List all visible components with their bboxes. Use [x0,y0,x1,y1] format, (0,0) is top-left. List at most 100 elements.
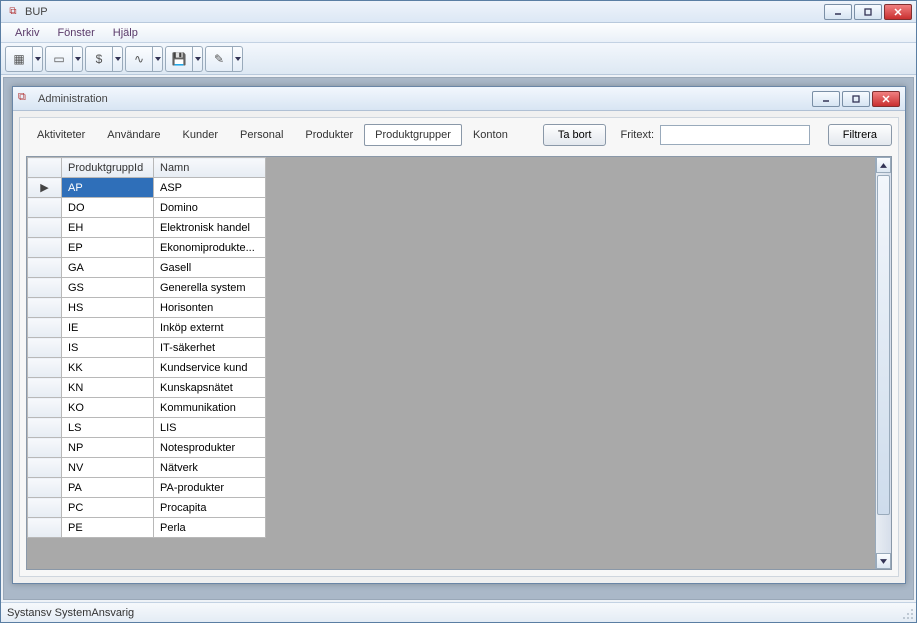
cell-produktgruppid[interactable]: GS [62,278,154,298]
row-header[interactable] [28,358,62,378]
menu-fonster[interactable]: Fönster [49,25,102,41]
column-header-id[interactable]: ProduktgruppId [62,158,154,178]
tool-save-dropdown[interactable] [193,46,203,72]
row-header-corner[interactable] [28,158,62,178]
tab-konton[interactable]: Konton [462,124,519,146]
table-row[interactable]: EHElektronisk handel [28,218,266,238]
tool-grid-dropdown[interactable] [33,46,43,72]
row-header[interactable] [28,378,62,398]
table-row[interactable]: DODomino [28,198,266,218]
cell-produktgruppid[interactable]: PC [62,498,154,518]
row-header[interactable] [28,478,62,498]
row-header[interactable] [28,318,62,338]
cell-produktgruppid[interactable]: DO [62,198,154,218]
tab-användare[interactable]: Användare [96,124,171,146]
cell-namn[interactable]: IT-säkerhet [154,338,266,358]
cell-produktgruppid[interactable]: IS [62,338,154,358]
table-row[interactable]: KOKommunikation [28,398,266,418]
column-header-name[interactable]: Namn [154,158,266,178]
cell-namn[interactable]: Procapita [154,498,266,518]
table-row[interactable]: PEPerla [28,518,266,538]
scroll-down-button[interactable] [876,553,891,569]
table-row[interactable]: KNKunskapsnätet [28,378,266,398]
freetext-input[interactable] [660,125,810,145]
tab-produkter[interactable]: Produkter [294,124,364,146]
child-titlebar[interactable]: ⧉ Administration [13,87,905,111]
tool-grid-icon[interactable]: ▦ [5,46,33,72]
cell-produktgruppid[interactable]: EP [62,238,154,258]
table-row[interactable]: IEInköp externt [28,318,266,338]
table-row[interactable]: NVNätverk [28,458,266,478]
cell-namn[interactable]: Gasell [154,258,266,278]
row-header[interactable] [28,398,62,418]
cell-produktgruppid[interactable]: KK [62,358,154,378]
tool-tools-dropdown[interactable] [233,46,243,72]
cell-namn[interactable]: Nätverk [154,458,266,478]
cell-produktgruppid[interactable]: KN [62,378,154,398]
tool-tools-icon[interactable]: ✎ [205,46,233,72]
cell-produktgruppid[interactable]: PA [62,478,154,498]
row-header[interactable]: ▶ [28,178,62,198]
menu-hjalp[interactable]: Hjälp [105,25,146,41]
cell-namn[interactable]: Horisonten [154,298,266,318]
tool-chart-icon[interactable]: ∿ [125,46,153,72]
row-header[interactable] [28,438,62,458]
menu-arkiv[interactable]: Arkiv [7,25,47,41]
cell-produktgruppid[interactable]: KO [62,398,154,418]
table-row[interactable]: GAGasell [28,258,266,278]
cell-namn[interactable]: Ekonomiprodukte... [154,238,266,258]
filter-button[interactable]: Filtrera [828,124,892,146]
tab-personal[interactable]: Personal [229,124,294,146]
table-row[interactable]: ISIT-säkerhet [28,338,266,358]
cell-produktgruppid[interactable]: GA [62,258,154,278]
cell-produktgruppid[interactable]: NV [62,458,154,478]
row-header[interactable] [28,498,62,518]
table-row[interactable]: KKKundservice kund [28,358,266,378]
cell-namn[interactable]: Inköp externt [154,318,266,338]
maximize-button[interactable] [854,4,882,20]
child-minimize-button[interactable] [812,91,840,107]
row-header[interactable] [28,218,62,238]
cell-namn[interactable]: ASP [154,178,266,198]
cell-namn[interactable]: Generella system [154,278,266,298]
table-row[interactable]: GSGenerella system [28,278,266,298]
row-header[interactable] [28,238,62,258]
cell-produktgruppid[interactable]: NP [62,438,154,458]
row-header[interactable] [28,518,62,538]
table-row[interactable]: NPNotesprodukter [28,438,266,458]
row-header[interactable] [28,278,62,298]
table-row[interactable]: EPEkonomiprodukte... [28,238,266,258]
table-row[interactable]: PAPA-produkter [28,478,266,498]
row-header[interactable] [28,338,62,358]
scroll-thumb[interactable] [877,175,890,515]
delete-button[interactable]: Ta bort [543,124,607,146]
tool-chart-dropdown[interactable] [153,46,163,72]
cell-produktgruppid[interactable]: HS [62,298,154,318]
cell-namn[interactable]: Kundservice kund [154,358,266,378]
row-header[interactable] [28,258,62,278]
resize-grip-icon[interactable] [900,606,914,620]
minimize-button[interactable] [824,4,852,20]
cell-produktgruppid[interactable]: EH [62,218,154,238]
row-header[interactable] [28,198,62,218]
cell-produktgruppid[interactable]: LS [62,418,154,438]
cell-namn[interactable]: LIS [154,418,266,438]
child-maximize-button[interactable] [842,91,870,107]
cell-namn[interactable]: Kommunikation [154,398,266,418]
tool-document-icon[interactable]: ▭ [45,46,73,72]
table-row[interactable]: LSLIS [28,418,266,438]
tab-produktgrupper[interactable]: Produktgrupper [364,124,462,146]
tool-document-dropdown[interactable] [73,46,83,72]
cell-produktgruppid[interactable]: AP [62,178,154,198]
app-titlebar[interactable]: ⧉ BUP [1,1,916,23]
table-row[interactable]: HSHorisonten [28,298,266,318]
tab-kunder[interactable]: Kunder [172,124,229,146]
cell-namn[interactable]: PA-produkter [154,478,266,498]
child-close-button[interactable] [872,91,900,107]
row-header[interactable] [28,458,62,478]
cell-namn[interactable]: Perla [154,518,266,538]
cell-namn[interactable]: Elektronisk handel [154,218,266,238]
cell-namn[interactable]: Kunskapsnätet [154,378,266,398]
cell-produktgruppid[interactable]: PE [62,518,154,538]
table-row[interactable]: ▶APASP [28,178,266,198]
